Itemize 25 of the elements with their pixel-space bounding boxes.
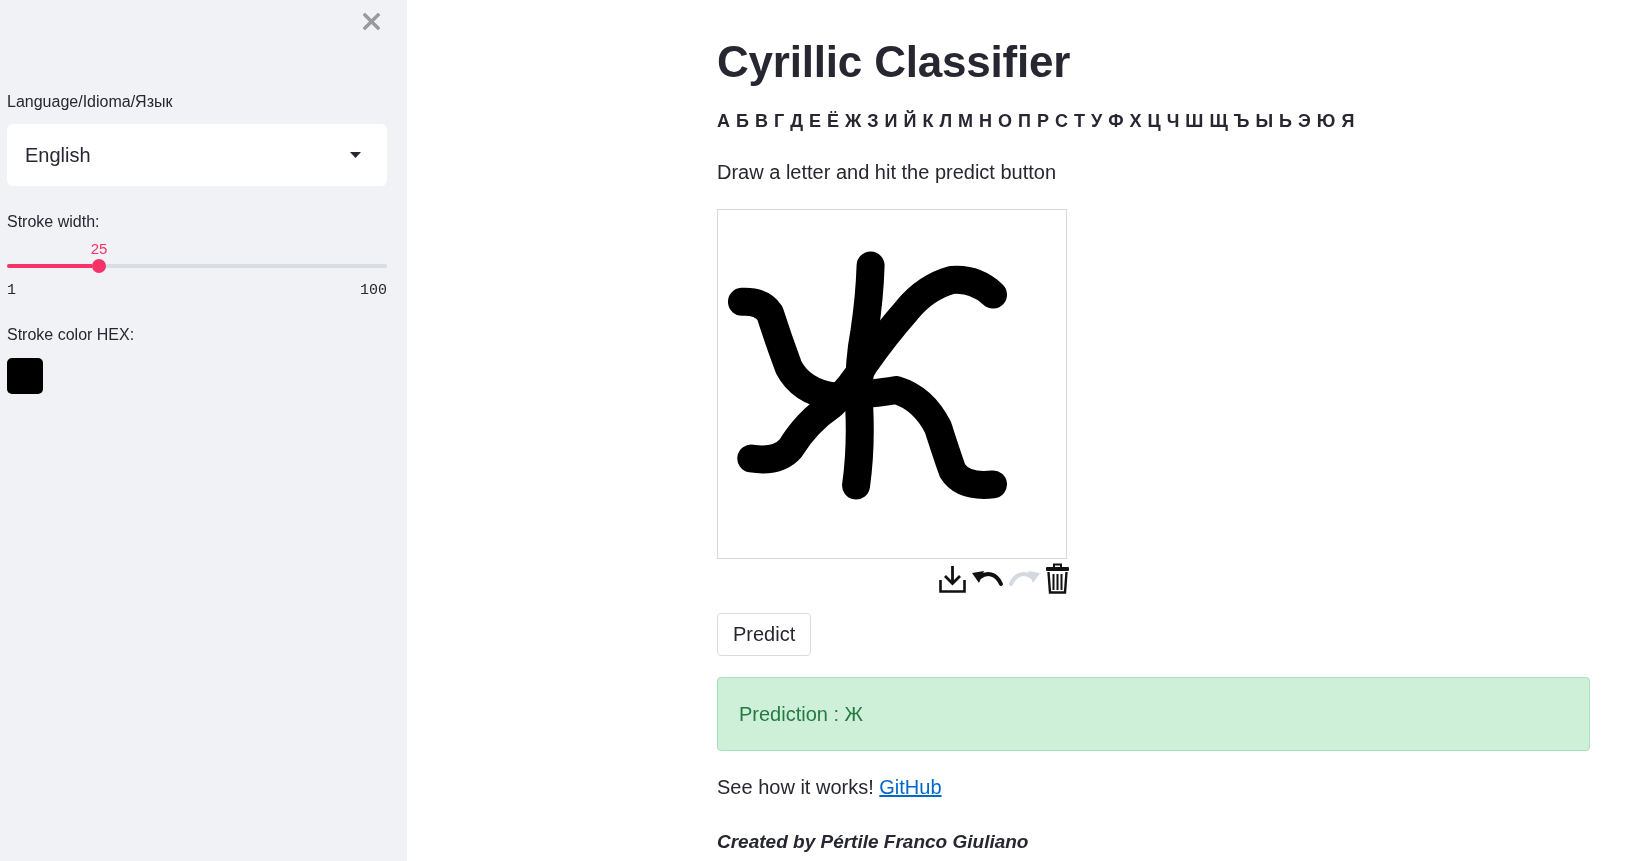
alphabet-text: А Б В Г Д Е Ё Ж З И Й К Л М Н О П Р С Т У Ф Х Ц Ч Ш Щ Ъ Ы Ь Э Ю Я xyxy=(717,109,1355,133)
color-swatch-icon[interactable] xyxy=(7,358,43,394)
slider-min: 1 xyxy=(7,282,16,300)
stroke-width-label: Stroke width: xyxy=(7,212,100,232)
download-icon xyxy=(938,563,967,594)
caret-icon xyxy=(350,152,361,158)
prediction-text: Prediction : Ж xyxy=(739,702,864,726)
slider-thumb[interactable] xyxy=(92,259,107,273)
download-button[interactable] xyxy=(938,563,967,594)
language-label: Language/Idioma/Язык xyxy=(7,92,173,112)
slider-value: 25 xyxy=(90,240,108,258)
instruction-text: Draw a letter and hit the predict button xyxy=(717,160,1057,185)
page-title: Cyrillic Classifier xyxy=(717,36,1071,88)
language-select[interactable]: English xyxy=(7,124,387,186)
predict-button[interactable]: Predict xyxy=(717,613,812,656)
trash-icon xyxy=(1045,563,1070,594)
drawing-canvas[interactable] xyxy=(717,209,1067,559)
credit-text: Created by Pértile Franco Giuliano xyxy=(717,830,1029,854)
delete-button[interactable] xyxy=(1045,563,1070,594)
select-value: English xyxy=(25,143,91,167)
footer-text: See how it works! GitHub xyxy=(717,775,942,800)
github-link[interactable]: GitHub xyxy=(879,776,942,798)
stroke-color-label: Stroke color HEX: xyxy=(7,325,135,345)
slider-max: 100 xyxy=(360,282,387,300)
close-icon[interactable] xyxy=(363,13,380,30)
